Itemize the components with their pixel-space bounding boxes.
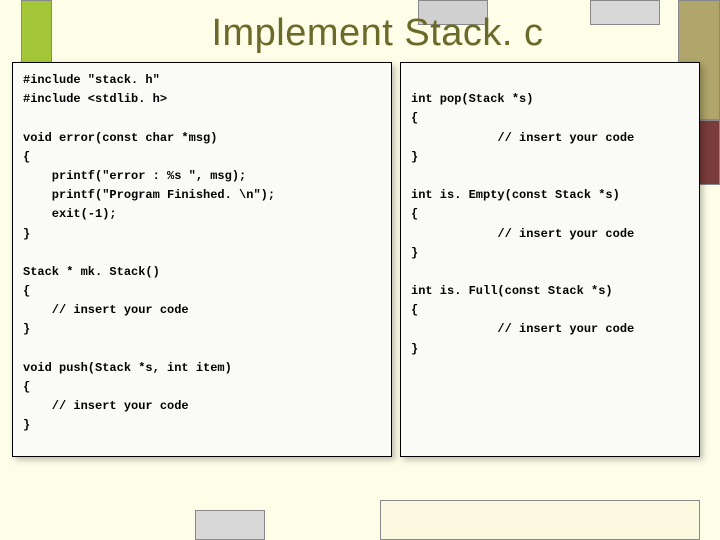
decor-bottom-box (380, 500, 700, 540)
decor-green-bar (21, 0, 52, 64)
code-panel-right: int pop(Stack *s) { // insert your code … (400, 62, 700, 457)
code-left: #include "stack. h" #include <stdlib. h>… (23, 71, 381, 436)
slide-title: Implement Stack. c (80, 12, 675, 55)
decor-bottom-gray (195, 510, 265, 540)
code-right: int pop(Stack *s) { // insert your code … (411, 71, 689, 359)
code-panel-left: #include "stack. h" #include <stdlib. h>… (12, 62, 392, 457)
